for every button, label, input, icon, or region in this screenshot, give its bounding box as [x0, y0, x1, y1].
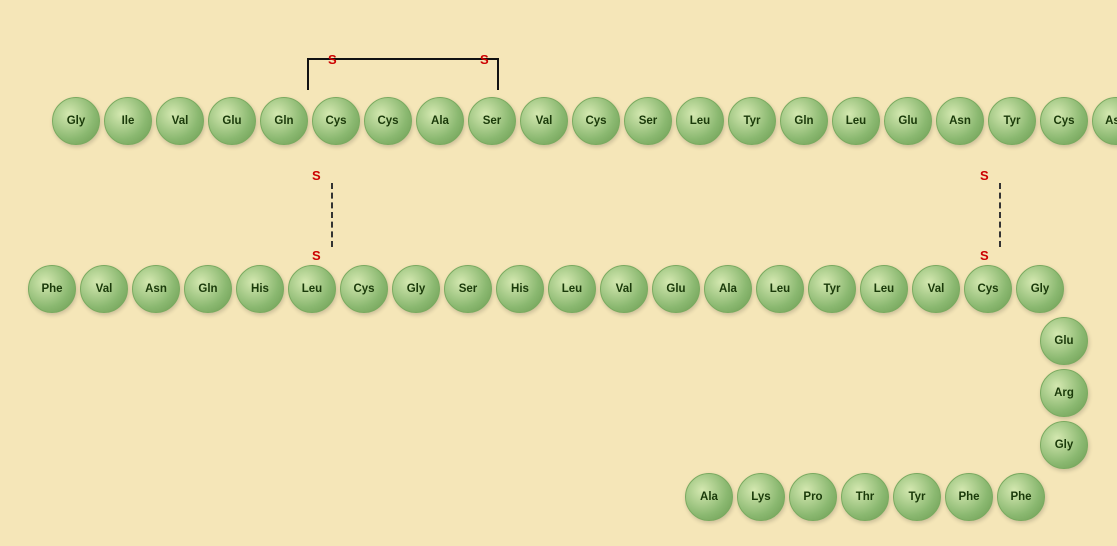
- b-chain-row1-aa-10: Leu: [548, 265, 596, 313]
- b-chain-row1-aa-15: Tyr: [808, 265, 856, 313]
- a-chain-aa-7: Ala: [416, 97, 464, 145]
- b-chain-row3-aa-4: Tyr: [893, 473, 941, 521]
- a-chain-aa-18: Tyr: [988, 97, 1036, 145]
- b-chain-row1-aa-2: Asn: [132, 265, 180, 313]
- a-chain-aa-17: Asn: [936, 97, 984, 145]
- a-chain-aa-11: Ser: [624, 97, 672, 145]
- a-chain-aa-3: Glu: [208, 97, 256, 145]
- s-label-right-a: S: [980, 168, 989, 183]
- dashed-bond-left: [331, 183, 333, 247]
- a-chain-aa-19: Cys: [1040, 97, 1088, 145]
- b-chain-row2-aa-2: Gly: [1040, 421, 1088, 469]
- a-chain-aa-6: Cys: [364, 97, 412, 145]
- b-chain-row1-aa-3: Gln: [184, 265, 232, 313]
- b-chain-row2-aa-1: Arg: [1040, 369, 1088, 417]
- s-label-top-left: S: [328, 52, 337, 67]
- b-chain-row3-aa-3: Thr: [841, 473, 889, 521]
- a-chain-aa-16: Glu: [884, 97, 932, 145]
- a-chain-aa-8: Ser: [468, 97, 516, 145]
- b-chain-row3-aa-6: Phe: [997, 473, 1045, 521]
- b-chain-row1-aa-4: His: [236, 265, 284, 313]
- s-label-mid-b: S: [312, 248, 321, 263]
- a-chain-aa-20: Asn: [1092, 97, 1117, 145]
- b-chain-row1-aa-8: Ser: [444, 265, 492, 313]
- b-chain-row3-aa-0: Ala: [685, 473, 733, 521]
- a-chain-aa-12: Leu: [676, 97, 724, 145]
- s-label-top-right: S: [480, 52, 489, 67]
- b-chain-row3-aa-1: Lys: [737, 473, 785, 521]
- b-chain-row1-aa-6: Cys: [340, 265, 388, 313]
- a-chain-aa-1: Ile: [104, 97, 152, 145]
- b-chain-row3-aa-2: Pro: [789, 473, 837, 521]
- a-chain-aa-0: Gly: [52, 97, 100, 145]
- a-chain-aa-13: Tyr: [728, 97, 776, 145]
- b-chain-row1-aa-13: Ala: [704, 265, 752, 313]
- a-chain-aa-4: Gln: [260, 97, 308, 145]
- b-chain-row1-aa-0: Phe: [28, 265, 76, 313]
- b-chain-row1-aa-5: Leu: [288, 265, 336, 313]
- a-chain-aa-5: Cys: [312, 97, 360, 145]
- bridge-line-1: [307, 58, 309, 90]
- bridge-line-2: [497, 58, 499, 90]
- b-chain-row1-aa-1: Val: [80, 265, 128, 313]
- a-chain-aa-15: Leu: [832, 97, 880, 145]
- dashed-bond-right: [999, 183, 1001, 247]
- b-chain-row1-aa-18: Cys: [964, 265, 1012, 313]
- b-chain-row1-aa-19: Gly: [1016, 265, 1064, 313]
- b-chain-row1-aa-7: Gly: [392, 265, 440, 313]
- s-label-mid-a: S: [312, 168, 321, 183]
- a-chain-aa-2: Val: [156, 97, 204, 145]
- b-chain-row2-aa-0: Glu: [1040, 317, 1088, 365]
- b-chain-row1-aa-17: Val: [912, 265, 960, 313]
- b-chain-row1-aa-9: His: [496, 265, 544, 313]
- b-chain-row1-aa-16: Leu: [860, 265, 908, 313]
- b-chain-row1-aa-14: Leu: [756, 265, 804, 313]
- b-chain-row1-aa-11: Val: [600, 265, 648, 313]
- a-chain-aa-14: Gln: [780, 97, 828, 145]
- b-chain-row1-aa-12: Glu: [652, 265, 700, 313]
- a-chain-aa-9: Val: [520, 97, 568, 145]
- a-chain-aa-10: Cys: [572, 97, 620, 145]
- s-label-right-b: S: [980, 248, 989, 263]
- b-chain-row3-aa-5: Phe: [945, 473, 993, 521]
